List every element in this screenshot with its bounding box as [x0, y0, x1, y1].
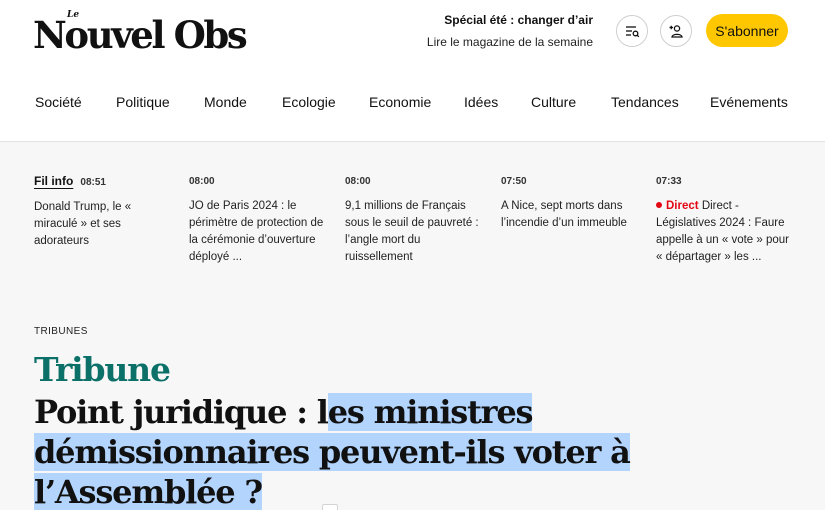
nav-item-monde[interactable]: Monde: [204, 94, 247, 110]
site-header: Le Nouvel Obs Spécial été : changer d’ai…: [0, 0, 825, 70]
ticker-headline[interactable]: JO de Paris 2024 : le périmètre de prote…: [189, 198, 327, 266]
article-kicker: Tribune: [34, 350, 171, 389]
nav-item-culture[interactable]: Culture: [531, 94, 576, 110]
logo-wordmark: Nouvel Obs: [33, 13, 248, 57]
nav-item-societe[interactable]: Société: [35, 94, 82, 110]
promo-title[interactable]: Spécial été : changer d’air: [427, 12, 593, 28]
title-selection: l’Assemblée ?: [34, 473, 263, 510]
title-selection: démissionnaires peuvent-ils voter à: [34, 433, 631, 471]
nav-item-ecologie[interactable]: Ecologie: [282, 94, 336, 110]
ticker-headline[interactable]: Donald Trump, le « miraculé » et ses ado…: [34, 199, 172, 250]
fil-info-link[interactable]: Fil info: [34, 174, 73, 188]
ticker-time: 08:51: [80, 177, 106, 188]
title-start: Point juridique : l: [34, 393, 329, 431]
account-button[interactable]: [660, 15, 692, 47]
section-label[interactable]: TRIBUNES: [34, 326, 88, 337]
subscribe-button[interactable]: S'abonner: [706, 14, 788, 47]
ticker-headline-live[interactable]: Direct Direct - Législatives 2024 : Faur…: [656, 198, 794, 266]
nav-item-idees[interactable]: Idées: [464, 94, 498, 110]
ticker-headline[interactable]: 9,1 millions de Français sous le seuil d…: [345, 198, 483, 266]
ticker-item[interactable]: 08:00 JO de Paris 2024 : le périmètre de…: [189, 175, 327, 266]
ticker-item[interactable]: 07:50 A Nice, sept morts dans l’incendie…: [501, 175, 639, 232]
ticker-time: 07:33: [656, 176, 682, 187]
magazine-promo[interactable]: Spécial été : changer d’air Lire le maga…: [427, 12, 593, 50]
title-selection: es ministres: [327, 393, 534, 431]
promo-subtitle[interactable]: Lire le magazine de la semaine: [427, 34, 593, 50]
ticker-time: 07:50: [501, 176, 527, 187]
ticker-item[interactable]: 07:33 Direct Direct - Législatives 2024 …: [656, 175, 794, 266]
site-logo[interactable]: Le Nouvel Obs: [33, 10, 253, 56]
user-plus-icon: [669, 25, 683, 38]
ticker-time: 08:00: [189, 176, 215, 187]
main-nav: Société Politique Monde Ecologie Economi…: [0, 88, 825, 118]
ticker-time: 08:00: [345, 176, 371, 187]
nav-item-evenements[interactable]: Evénements: [710, 94, 788, 110]
article-title: Point juridique : les ministres démission…: [34, 392, 654, 510]
nav-item-politique[interactable]: Politique: [116, 94, 170, 110]
menu-search-button[interactable]: [616, 15, 648, 47]
nav-item-economie[interactable]: Economie: [369, 94, 431, 110]
live-badge: Direct: [666, 200, 699, 212]
menu-search-icon: [626, 26, 640, 38]
live-dot-icon: [656, 202, 662, 208]
ticker-item[interactable]: Fil info 08:51 Donald Trump, le « miracu…: [34, 175, 172, 250]
selection-popover-handle[interactable]: [322, 504, 338, 510]
ticker-item[interactable]: 08:00 9,1 millions de Français sous le s…: [345, 175, 483, 266]
ticker-headline[interactable]: A Nice, sept morts dans l’incendie d’un …: [501, 198, 639, 232]
nav-item-tendances[interactable]: Tendances: [611, 94, 679, 110]
